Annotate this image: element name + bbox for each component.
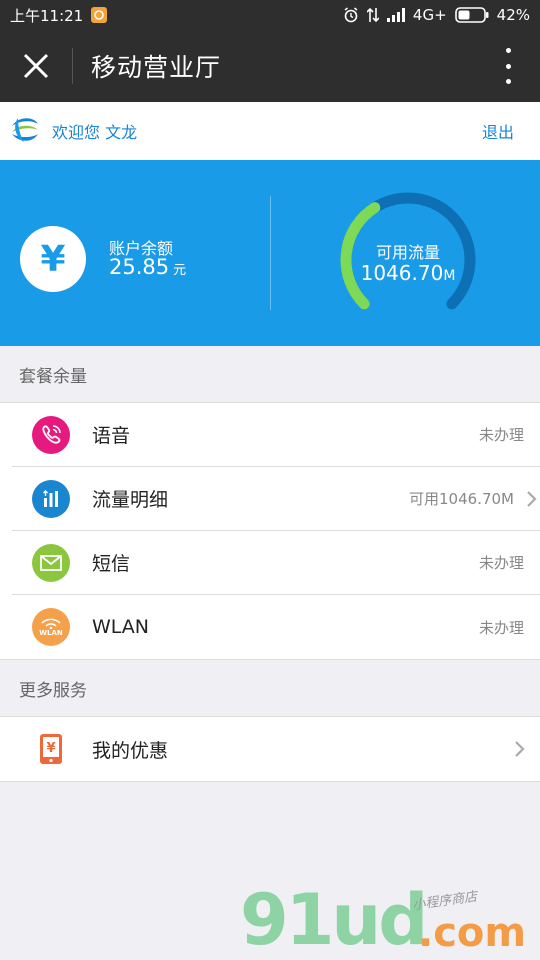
list-item-label: 流量明细 [92,489,169,511]
balance-unit: 元 [173,263,187,278]
data-transfer-icon [366,7,379,23]
coupon-yuan-text: ¥ [46,741,55,756]
chevron-right-icon [526,490,540,507]
logout-link[interactable]: 退出 [482,119,514,143]
balance-value-line[interactable]: 25.85 元 [109,255,186,279]
balance-value: 25.85 [109,255,170,279]
list-item-status: 未办理 [478,618,524,637]
list-item-status: 可用1046.70M [409,490,514,508]
nav-bar: 移动营业厅 [0,30,540,102]
list-item-status: 未办理 [478,554,524,572]
coupon-icon: ¥ [32,730,70,768]
yuan-symbol: ¥ [40,238,66,280]
nav-divider [72,48,73,84]
close-button[interactable] [0,30,72,102]
more-services-list: ¥ 我的优惠 [0,716,540,782]
wlan-icon-text: WLAN [39,629,63,637]
list-item-status: 未办理 [478,426,524,444]
list-item-wlan[interactable]: WLAN WLAN 未办理 [12,595,540,659]
battery-level: 42% [496,6,530,24]
more-dot-icon [505,79,511,84]
welcome-bar: 欢迎您 文龙 退出 [0,102,540,160]
flow-unit: M [443,268,456,284]
watermark-com: .com [418,910,527,956]
welcome-text: 欢迎您 文龙 [52,123,138,142]
list-item-my-offers[interactable]: ¥ 我的优惠 [0,717,540,781]
more-section-header: 更多服务 [0,660,540,716]
list-item-label: 语音 [92,425,131,447]
list-item-data-detail[interactable]: 流量明细 可用1046.70M [12,467,540,531]
more-menu-button[interactable] [498,48,518,84]
wifi-icon: WLAN [32,608,70,646]
china-mobile-logo-icon [8,112,42,150]
network-type: 4G+ [412,6,447,24]
account-panel: ¥ 账户余额 25.85 元 可用流量 1046.70M [0,160,540,346]
phone-icon [32,415,70,454]
page-title: 移动营业厅 [91,53,222,82]
status-left: 上午11:21 [10,5,108,26]
list-item-label: WLAN [92,616,150,638]
data-bars-icon [32,479,70,518]
panel-divider [270,196,271,310]
watermark-main: 91ud [240,879,428,960]
package-list: 语音 未办理 流量明细 可用1046.70M 短信 未办理 WLAN WLAN … [0,402,540,660]
envelope-icon [32,543,70,582]
flow-label: 可用流量 [375,243,440,262]
list-item-voice[interactable]: 语音 未办理 [12,403,540,467]
list-item-label: 我的优惠 [92,739,169,762]
balance-icon[interactable]: ¥ [20,226,86,292]
close-icon [23,53,49,79]
status-time: 上午11:21 [10,6,84,25]
battery-icon [454,7,489,23]
alarm-icon [343,7,359,23]
list-item-sms[interactable]: 短信 未办理 [12,531,540,595]
package-section-header: 套餐余量 [0,346,540,402]
watermark: 91ud 小程序商店 .com [240,880,530,960]
flow-value-line: 1046.70M [320,261,496,285]
status-bar: 上午11:21 4G+ 42% [0,0,540,30]
more-dot-icon [505,48,511,53]
status-right: 4G+ 42% [343,6,530,24]
signal-icon [386,8,405,22]
app-notification-icon [91,7,108,23]
chevron-right-icon [514,741,528,757]
more-dot-icon [505,63,511,69]
list-item-label: 短信 [92,553,131,575]
flow-value: 1046.70 [360,261,444,285]
